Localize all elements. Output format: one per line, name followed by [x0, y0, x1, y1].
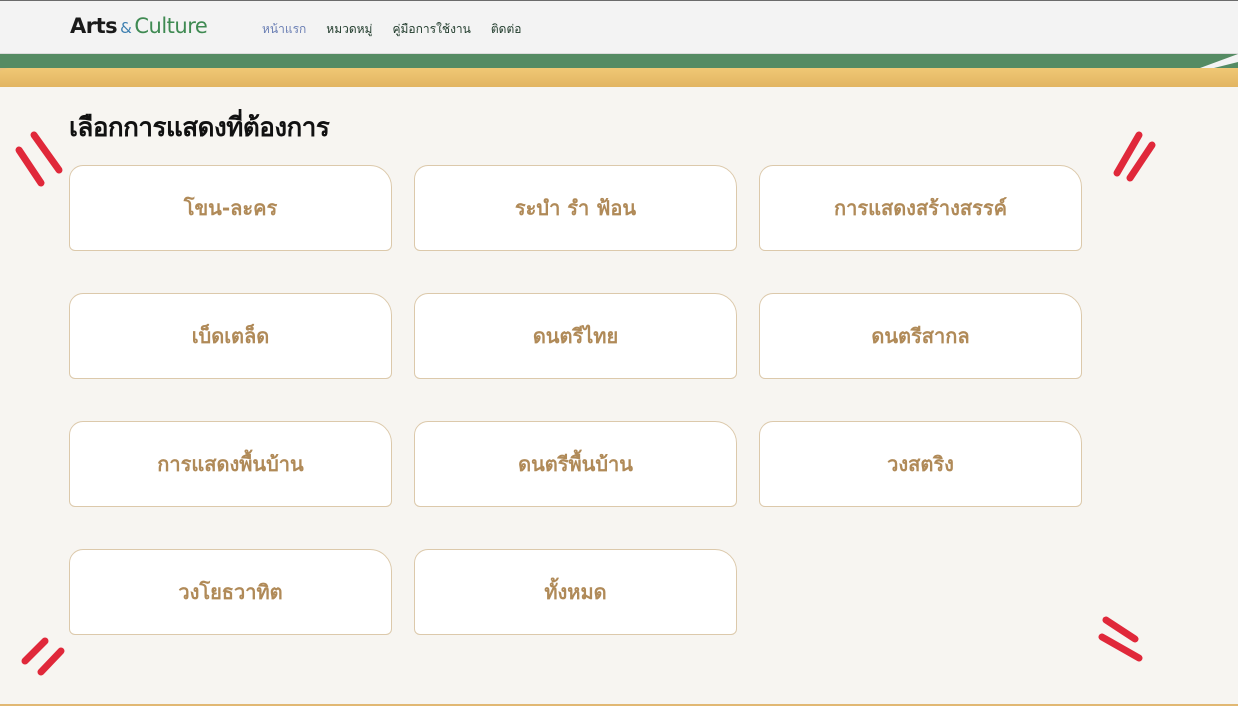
site-logo[interactable]: Arts & Culture [70, 14, 208, 38]
category-card[interactable]: วงสตริง [759, 421, 1082, 507]
decorative-slash-icon [21, 637, 65, 676]
category-card[interactable]: เบ็ดเตล็ด [69, 293, 392, 379]
category-card[interactable]: ดนตรีสากล [759, 293, 1082, 379]
site-header: Arts & Culture หน้าแรก หมวดหมู่ คู่มือการใ… [0, 0, 1238, 54]
decorative-slash-icon [1113, 131, 1156, 182]
nav-item-categories[interactable]: หมวดหมู่ [326, 20, 372, 39]
category-card[interactable]: ดนตรีไทย [414, 293, 737, 379]
banner-diagonal-cut [0, 54, 1238, 71]
category-grid: โขน-ละคร ระบำ รำ ฟ้อน การแสดงสร้างสรรค์ … [69, 165, 1082, 635]
category-card[interactable]: ระบำ รำ ฟ้อน [414, 165, 737, 251]
page: Arts & Culture หน้าแรก หมวดหมู่ คู่มือการใ… [0, 0, 1238, 727]
nav-item-manual[interactable]: คู่มือการใช้งาน [392, 20, 470, 39]
page-title: เลือกการแสดงที่ต้องการ [69, 113, 330, 143]
decorative-slash-icon [1098, 616, 1143, 662]
category-card[interactable]: ทั้งหมด [414, 549, 737, 635]
decorative-slash-icon [15, 131, 63, 187]
category-card[interactable]: การแสดงสร้างสรรค์ [759, 165, 1082, 251]
category-card[interactable]: วงโยธวาทิต [69, 549, 392, 635]
nav-item-contact[interactable]: ติดต่อ [491, 20, 522, 39]
category-card[interactable]: การแสดงพื้นบ้าน [69, 421, 392, 507]
category-card[interactable]: ดนตรีพื้นบ้าน [414, 421, 737, 507]
category-card[interactable]: โขน-ละคร [69, 165, 392, 251]
main-nav: หน้าแรก หมวดหมู่ คู่มือการใช้งาน ติดต่อ [262, 20, 521, 39]
nav-item-home[interactable]: หน้าแรก [262, 20, 306, 39]
footer-area [0, 706, 1238, 727]
